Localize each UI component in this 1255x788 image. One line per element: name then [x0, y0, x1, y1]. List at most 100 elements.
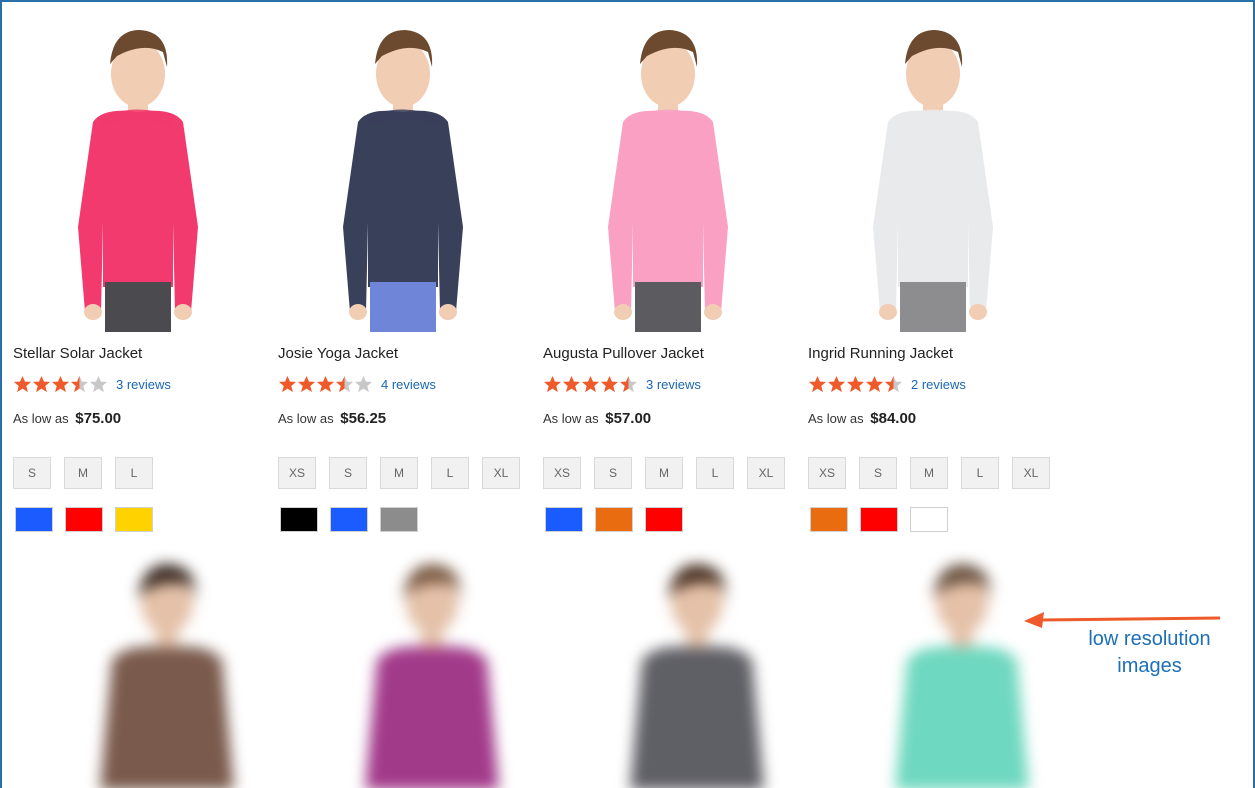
size-options: XS S M L XL	[278, 457, 520, 489]
size-option-m[interactable]: M	[380, 457, 418, 489]
star-icon	[354, 375, 373, 392]
color-swatch[interactable]	[860, 507, 898, 532]
product-price: As low as $57.00	[543, 410, 651, 427]
color-options	[810, 507, 948, 532]
rating-stars	[543, 375, 638, 394]
star-icon	[562, 375, 581, 392]
annotation-text: low resolution images	[1052, 626, 1247, 680]
star-icon	[70, 375, 89, 392]
size-options: XS S M L XL	[543, 457, 785, 489]
size-option-l[interactable]: L	[115, 457, 153, 489]
price-prefix: As low as	[543, 411, 599, 426]
price-prefix: As low as	[808, 411, 864, 426]
price-amount: $56.25	[340, 410, 387, 427]
size-option-s[interactable]: S	[13, 457, 51, 489]
reviews-link[interactable]: 3 reviews	[116, 377, 171, 392]
star-icon	[543, 375, 562, 392]
star-icon	[827, 375, 846, 392]
star-icon	[808, 375, 827, 392]
product-image[interactable]	[278, 12, 528, 332]
color-swatch[interactable]	[380, 507, 418, 532]
product-rating: 2 reviews	[808, 373, 966, 395]
size-option-l[interactable]: L	[431, 457, 469, 489]
reviews-link[interactable]: 2 reviews	[911, 377, 966, 392]
rating-stars	[278, 375, 373, 394]
blurred-product-image[interactable]	[837, 550, 1087, 788]
star-icon	[884, 375, 903, 392]
product-rating: 4 reviews	[278, 373, 436, 395]
product-price: As low as $75.00	[13, 410, 121, 427]
size-option-s[interactable]: S	[329, 457, 367, 489]
rating-stars	[808, 375, 903, 394]
color-swatch[interactable]	[330, 507, 368, 532]
size-option-s[interactable]: S	[859, 457, 897, 489]
color-options	[15, 507, 153, 532]
annotation-line-1: low resolution	[1088, 628, 1211, 650]
color-swatch[interactable]	[545, 507, 583, 532]
color-swatch[interactable]	[280, 507, 318, 532]
price-prefix: As low as	[278, 411, 334, 426]
star-icon	[13, 375, 32, 392]
size-option-l[interactable]: L	[961, 457, 999, 489]
size-option-xl[interactable]: XL	[747, 457, 785, 489]
product-image[interactable]	[13, 12, 263, 332]
size-option-m[interactable]: M	[64, 457, 102, 489]
size-option-m[interactable]: M	[645, 457, 683, 489]
product-rating: 3 reviews	[543, 373, 701, 395]
size-options: SML	[13, 457, 153, 489]
product-image[interactable]	[543, 12, 793, 332]
size-option-xs[interactable]: XS	[808, 457, 846, 489]
rating-stars	[13, 375, 108, 394]
star-icon	[865, 375, 884, 392]
star-icon	[316, 375, 335, 392]
product-rating: 3 reviews	[13, 373, 171, 395]
product-image[interactable]	[808, 12, 1058, 332]
size-option-s[interactable]: S	[594, 457, 632, 489]
annotation-line-2: images	[1117, 655, 1182, 677]
reviews-link[interactable]: 3 reviews	[646, 377, 701, 392]
color-swatch[interactable]	[115, 507, 153, 532]
size-option-xl[interactable]: XL	[482, 457, 520, 489]
blurred-product-image[interactable]	[307, 550, 557, 788]
star-icon	[297, 375, 316, 392]
size-option-xs[interactable]: XS	[543, 457, 581, 489]
product-price: As low as $84.00	[808, 410, 916, 427]
product-name[interactable]: Josie Yoga Jacket	[278, 345, 398, 362]
product-name[interactable]: Augusta Pullover Jacket	[543, 345, 704, 362]
price-amount: $57.00	[605, 410, 652, 427]
color-options	[280, 507, 418, 532]
size-option-l[interactable]: L	[696, 457, 734, 489]
star-icon	[335, 375, 354, 392]
product-name[interactable]: Stellar Solar Jacket	[13, 345, 142, 362]
star-icon	[278, 375, 297, 392]
color-swatch[interactable]	[65, 507, 103, 532]
blurred-product-image[interactable]	[42, 550, 292, 788]
color-swatch[interactable]	[810, 507, 848, 532]
star-icon	[89, 375, 108, 392]
color-swatch[interactable]	[15, 507, 53, 532]
star-icon	[32, 375, 51, 392]
size-options: XS S M L XL	[808, 457, 1050, 489]
star-icon	[51, 375, 70, 392]
arrow-shaft	[1039, 616, 1221, 622]
color-swatch[interactable]	[910, 507, 948, 532]
size-option-m[interactable]: M	[910, 457, 948, 489]
blurred-product-image[interactable]	[572, 550, 822, 788]
product-price: As low as $56.25	[278, 410, 386, 427]
star-icon	[600, 375, 619, 392]
size-option-xs[interactable]: XS	[278, 457, 316, 489]
price-prefix: As low as	[13, 411, 69, 426]
star-icon	[619, 375, 638, 392]
star-icon	[846, 375, 865, 392]
color-swatch[interactable]	[645, 507, 683, 532]
product-name[interactable]: Ingrid Running Jacket	[808, 345, 953, 362]
price-amount: $84.00	[870, 410, 917, 427]
color-swatch[interactable]	[595, 507, 633, 532]
price-amount: $75.00	[75, 410, 122, 427]
size-option-xl[interactable]: XL	[1012, 457, 1050, 489]
reviews-link[interactable]: 4 reviews	[381, 377, 436, 392]
page-frame: Stellar Solar Jacket 3 reviews As low as…	[0, 0, 1255, 788]
arrow-head	[1024, 612, 1044, 628]
star-icon	[581, 375, 600, 392]
color-options	[545, 507, 683, 532]
